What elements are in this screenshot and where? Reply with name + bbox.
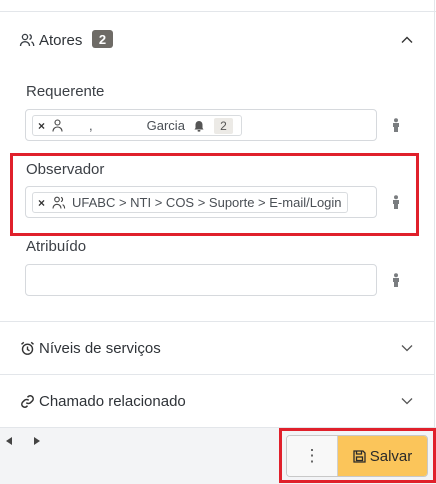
observer-tag: × UFABC > NTI > COS > Suporte > E-mail/L…: [32, 192, 348, 213]
requester-field[interactable]: × , Garcia 2: [25, 109, 377, 141]
linked-ticket-section-header[interactable]: Chamado relacionado: [0, 389, 436, 413]
remove-tag-icon[interactable]: ×: [38, 196, 45, 210]
footer-actions: ⋮ Salvar: [286, 435, 428, 477]
floppy-disk-icon: [353, 449, 366, 463]
requester-self-assign-icon[interactable]: [389, 117, 403, 133]
observer-self-assign-icon[interactable]: [389, 194, 403, 210]
observer-tag-text: UFABC > NTI > COS > Suporte > E-mail/Log…: [72, 195, 342, 210]
scroll-right-icon[interactable]: [33, 437, 41, 445]
assigned-self-assign-icon[interactable]: [389, 272, 403, 288]
requester-tag-name: Garcia: [146, 118, 185, 133]
users-icon: [19, 32, 35, 48]
group-icon: [52, 196, 66, 209]
requester-tag-count: 2: [213, 117, 233, 134]
requester-tag-separator: ,: [89, 118, 93, 133]
bell-icon: [193, 120, 205, 132]
user-icon: [52, 119, 63, 132]
service-levels-title: Níveis de serviços: [39, 339, 161, 357]
actors-count-badge: 2: [92, 30, 113, 48]
alarm-clock-icon: [19, 340, 35, 356]
observer-label: Observador: [26, 161, 105, 178]
top-divider: [0, 11, 436, 12]
requester-label: Requerente: [26, 83, 105, 100]
more-actions-button[interactable]: ⋮: [287, 436, 338, 476]
actors-section-header[interactable]: Atores 2: [0, 26, 436, 54]
save-button[interactable]: Salvar: [338, 436, 427, 476]
chevron-up-icon[interactable]: [399, 32, 415, 48]
section-divider: [0, 374, 434, 375]
assigned-field[interactable]: [25, 264, 377, 296]
link-icon: [19, 393, 35, 409]
section-divider: [0, 321, 434, 322]
requester-tag: × , Garcia 2: [32, 115, 242, 136]
more-vertical-icon: ⋮: [303, 446, 321, 465]
scroll-left-icon[interactable]: [5, 437, 13, 445]
save-button-label: Salvar: [369, 447, 413, 465]
chevron-down-icon[interactable]: [399, 340, 415, 356]
remove-tag-icon[interactable]: ×: [38, 119, 45, 133]
assigned-label: Atribuído: [26, 238, 87, 255]
linked-ticket-title: Chamado relacionado: [39, 392, 186, 410]
observer-field[interactable]: × UFABC > NTI > COS > Suporte > E-mail/L…: [25, 186, 377, 218]
panel-border: [434, 0, 435, 430]
chevron-down-icon[interactable]: [399, 393, 415, 409]
actors-title: Atores: [39, 31, 83, 49]
service-levels-section-header[interactable]: Níveis de serviços: [0, 336, 436, 360]
